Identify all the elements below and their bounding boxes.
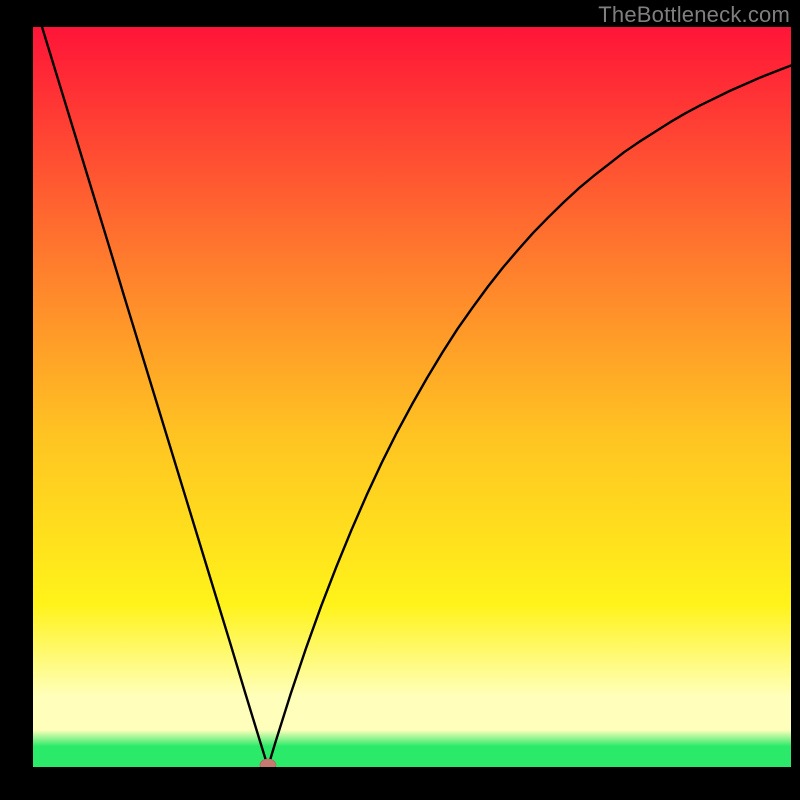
watermark-text: TheBottleneck.com [598, 2, 790, 28]
gradient-background [33, 27, 791, 767]
plot-area [33, 27, 791, 767]
bottleneck-chart [33, 27, 791, 767]
chart-frame: TheBottleneck.com [0, 0, 800, 800]
